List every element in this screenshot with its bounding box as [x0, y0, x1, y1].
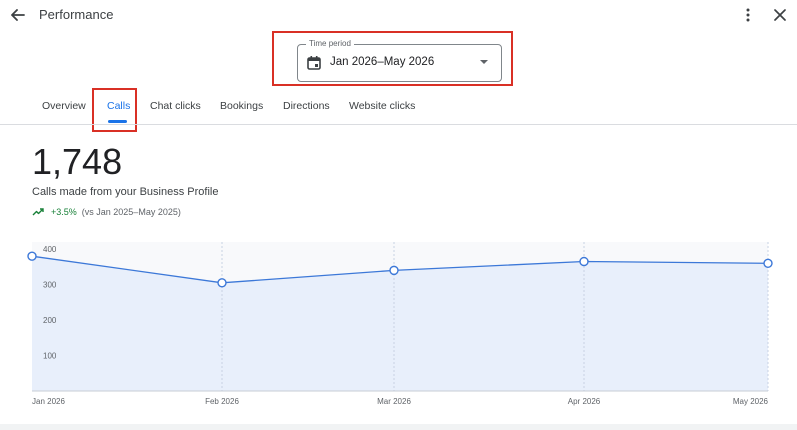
data-point [27, 251, 37, 261]
tabs-divider [0, 124, 797, 125]
time-period-label: Time period [306, 38, 354, 50]
time-period-select[interactable]: Time period Jan 2026–May 2026 [297, 38, 502, 82]
x-tick-label: Feb 2026 [205, 397, 239, 406]
calls-tab-highlight-box [92, 88, 137, 132]
more-vert-icon [746, 8, 750, 22]
data-point [579, 256, 589, 267]
more-options-button[interactable] [739, 6, 757, 24]
trend-comparison: (vs Jan 2025–May 2025) [81, 207, 181, 217]
x-tick-label: Jan 2026 [32, 397, 65, 406]
calendar-icon [307, 56, 321, 70]
y-tick-label: 200 [43, 316, 57, 325]
tab-bookings[interactable]: Bookings [220, 100, 263, 112]
y-tick-label: 300 [43, 281, 57, 290]
calls-chart: 100 200 300 400 Jan 2026 Feb 2026 Mar 2026 Apr … [0, 230, 797, 430]
tab-chat-clicks[interactable]: Chat clicks [150, 100, 201, 112]
performance-dialog: Performance Time period Jan 2026–May 202… [0, 0, 797, 430]
metric-description: Calls made from your Business Profile [32, 186, 219, 198]
y-tick-label: 100 [43, 352, 57, 361]
trend-row: +3.5% (vs Jan 2025–May 2025) [32, 205, 181, 219]
calls-chart-svg: 100 200 300 400 Jan 2026 Feb 2026 Mar 2026 Apr … [27, 242, 773, 406]
data-point [763, 258, 773, 268]
tab-directions[interactable]: Directions [283, 100, 330, 112]
trending-up-icon [32, 208, 44, 216]
x-tick-label: Apr 2026 [568, 397, 601, 406]
tab-overview[interactable]: Overview [42, 100, 86, 112]
x-tick-label: Mar 2026 [377, 397, 411, 406]
bottom-edge [0, 424, 797, 430]
tab-website-clicks[interactable]: Website clicks [349, 100, 415, 112]
data-point [389, 265, 399, 276]
trend-change: +3.5% [51, 207, 77, 217]
close-button[interactable] [770, 6, 790, 24]
header-bar: Performance [0, 0, 797, 30]
y-tick-label: 400 [43, 245, 57, 254]
close-icon [774, 9, 786, 21]
arrow-back-icon [11, 9, 25, 21]
chevron-down-icon [480, 60, 488, 64]
total-calls-value: 1,748 [32, 141, 123, 182]
time-period-value: Jan 2026–May 2026 [330, 56, 435, 68]
area-fill [32, 256, 768, 391]
x-tick-label: May 2026 [733, 397, 769, 406]
data-point [217, 278, 227, 288]
page-title: Performance [39, 7, 114, 22]
back-button[interactable] [8, 6, 28, 24]
